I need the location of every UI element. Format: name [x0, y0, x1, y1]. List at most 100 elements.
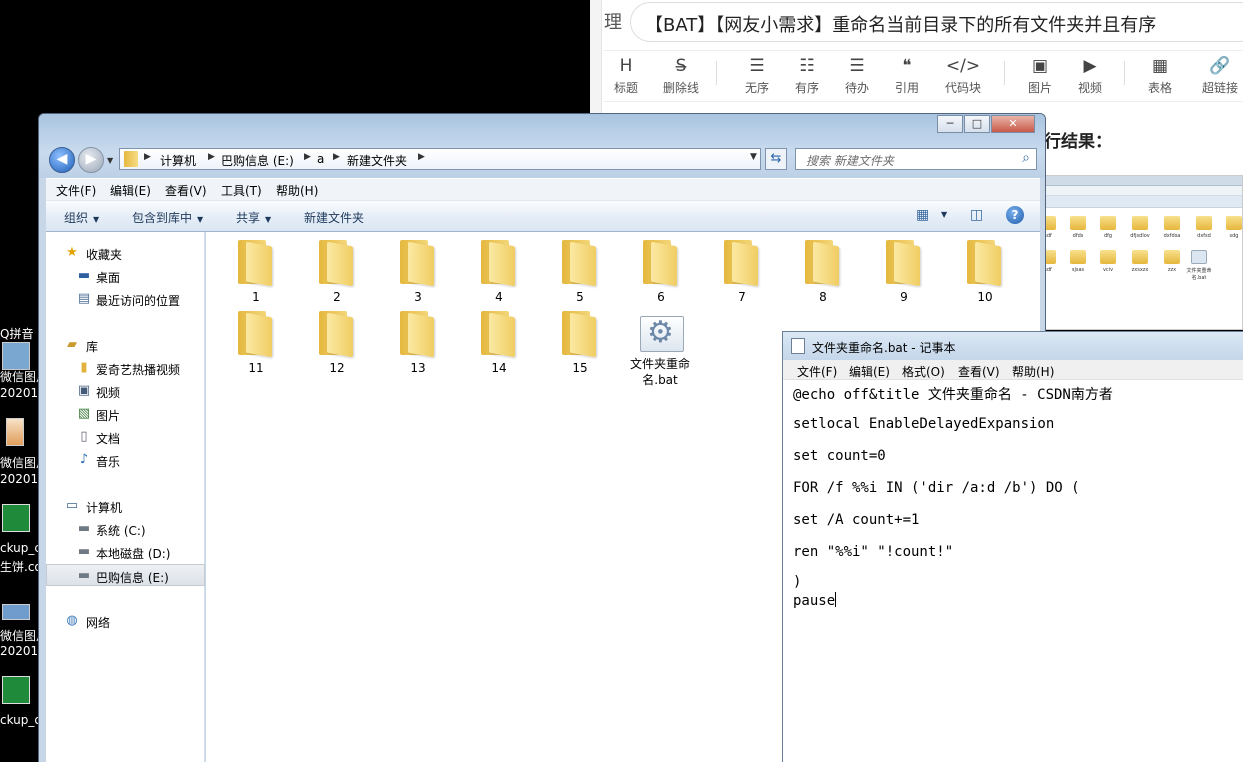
notepad-menu-file[interactable]: 文件(F) — [797, 363, 837, 380]
unordered-list-button[interactable]: ☰ 无序 — [735, 55, 779, 96]
address-dropdown-icon[interactable]: ▼ — [750, 152, 757, 162]
article-title: 【BAT】【网友小需求】重命名当前目录下的所有文件夹并且有序 — [645, 15, 1157, 36]
menu-edit[interactable]: 编辑(E) — [110, 182, 151, 199]
menu-help[interactable]: 帮助(H) — [276, 182, 318, 199]
folder-item[interactable]: 11 — [224, 307, 288, 379]
recent-pages-icon[interactable]: ▼ — [107, 156, 113, 165]
share-button[interactable]: 共享 ▼ — [236, 209, 271, 226]
breadcrumb-new-folder[interactable]: 新建文件夹 — [347, 152, 407, 169]
nav-recent[interactable]: ▤ 最近访问的位置 — [46, 288, 205, 310]
close-button[interactable]: ✕ — [991, 115, 1035, 133]
folder-label: 9 — [900, 290, 908, 304]
folder-item[interactable]: 5 — [548, 236, 612, 308]
image-file-icon[interactable] — [6, 418, 24, 446]
toolbar-divider — [1004, 61, 1005, 85]
table-button[interactable]: ▦ 表格 — [1138, 55, 1182, 96]
ordered-list-icon: ☷ — [799, 56, 815, 76]
image-file-icon[interactable] — [2, 342, 30, 370]
organize-button[interactable]: 组织 ▼ — [64, 209, 99, 226]
address-bar[interactable]: ▶ 计算机 ▶ 巴购信息 (E:) ▶ a ▶ 新建文件夹 ▶ ▼ — [119, 148, 761, 170]
breadcrumb-separator-icon[interactable]: ▶ — [144, 152, 151, 162]
thumbnail-folder-icon — [1132, 216, 1148, 230]
heading-button[interactable]: H 标题 — [604, 55, 648, 96]
folder-item[interactable]: 13 — [386, 307, 450, 379]
thumbnail-folder-icon — [1226, 216, 1242, 230]
folder-icon — [238, 240, 274, 287]
notepad-menu-view[interactable]: 查看(V) — [958, 363, 1000, 380]
notepad-menu-format[interactable]: 格式(O) — [902, 363, 945, 380]
nav-label: 系统 (C:) — [96, 524, 146, 538]
nav-network[interactable]: ◍ 网络 — [46, 610, 205, 632]
search-icon[interactable]: ⌕ — [1022, 150, 1030, 166]
bat-file-item[interactable]: ⚙ 文件夹重命名.bat — [620, 314, 700, 404]
breadcrumb-separator-icon[interactable]: ▶ — [418, 152, 425, 162]
back-button[interactable]: ◀ — [49, 147, 75, 173]
search-input[interactable]: 搜索 新建文件夹 ⌕ — [795, 148, 1037, 170]
code-line: FOR /f %%i IN ('dir /a:d /b') DO ( — [793, 480, 1080, 496]
text-caret — [835, 592, 837, 607]
strikethrough-icon: S̶ — [675, 56, 687, 76]
notepad-menu-edit[interactable]: 编辑(E) — [849, 363, 890, 380]
nav-label: 爱奇艺热播视频 — [96, 363, 181, 377]
folder-item[interactable]: 10 — [953, 236, 1017, 308]
nav-libraries[interactable]: ▰ 库 — [46, 334, 205, 356]
nav-drive-c[interactable]: ▬ 系统 (C:) — [46, 518, 205, 540]
maximize-button[interactable]: □ — [964, 115, 990, 133]
breadcrumb-computer[interactable]: 计算机 — [160, 152, 196, 169]
folder-item[interactable]: 7 — [710, 236, 774, 308]
strikethrough-button[interactable]: S̶ 删除线 — [659, 55, 703, 96]
view-options-dropdown-icon[interactable]: ▼ — [941, 210, 947, 219]
article-title-input[interactable]: 【BAT】【网友小需求】重命名当前目录下的所有文件夹并且有序 — [630, 2, 1243, 42]
mockup-file-icon[interactable] — [2, 676, 30, 704]
refresh-button[interactable]: ⇆ — [765, 148, 787, 170]
minimize-button[interactable]: ─ — [937, 115, 963, 133]
folder-item[interactable]: 4 — [467, 236, 531, 308]
folder-item[interactable]: 1 — [224, 236, 288, 308]
quote-button[interactable]: ❝ 引用 — [885, 55, 929, 96]
forward-button[interactable]: ▶ — [78, 147, 104, 173]
nav-documents[interactable]: ▯ 文档 — [46, 426, 205, 448]
new-folder-button[interactable]: 新建文件夹 — [304, 209, 364, 226]
breadcrumb-a[interactable]: a — [317, 152, 324, 166]
folder-item[interactable]: 8 — [791, 236, 855, 308]
folder-item[interactable]: 3 — [386, 236, 450, 308]
code-block-button[interactable]: </> 代码块 — [941, 55, 985, 96]
mockup-file-icon[interactable] — [2, 504, 30, 532]
nav-videos[interactable]: ▣ 视频 — [46, 380, 205, 402]
view-options-icon[interactable]: ▦ — [916, 207, 929, 223]
menu-file[interactable]: 文件(F) — [56, 182, 96, 199]
image-button[interactable]: ▣ 图片 — [1018, 55, 1062, 96]
nav-desktop[interactable]: ▬ 桌面 — [46, 265, 205, 287]
include-in-library-button[interactable]: 包含到库中 ▼ — [132, 209, 203, 226]
folder-item[interactable]: 6 — [629, 236, 693, 308]
folder-item[interactable]: 15 — [548, 307, 612, 379]
folder-item[interactable]: 2 — [305, 236, 369, 308]
folder-item[interactable]: 12 — [305, 307, 369, 379]
help-icon[interactable]: ? — [1006, 206, 1024, 224]
ordered-list-button[interactable]: ☷ 有序 — [785, 55, 829, 96]
nav-music[interactable]: ♪ 音乐 — [46, 449, 205, 471]
breadcrumb-separator-icon[interactable]: ▶ — [304, 152, 311, 162]
nav-drive-e[interactable]: ▬ 巴购信息 (E:) — [46, 564, 205, 586]
nav-computer[interactable]: ▭ 计算机 — [46, 495, 205, 517]
folder-icon — [967, 240, 1003, 287]
nav-drive-d[interactable]: ▬ 本地磁盘 (D:) — [46, 541, 205, 563]
breadcrumb-drive-e[interactable]: 巴购信息 (E:) — [221, 152, 294, 169]
preview-pane-icon[interactable]: ◫ — [970, 207, 983, 223]
folder-item[interactable]: 9 — [872, 236, 936, 308]
folder-item[interactable]: 14 — [467, 307, 531, 379]
desktop-icon: ▬ — [77, 268, 91, 283]
todo-list-button[interactable]: ☰ 待办 — [835, 55, 879, 96]
nav-favorites[interactable]: ★ 收藏夹 — [46, 242, 205, 264]
notepad-menu-help[interactable]: 帮助(H) — [1012, 363, 1054, 380]
image-file-icon[interactable] — [2, 604, 30, 620]
menu-view[interactable]: 查看(V) — [165, 182, 207, 199]
breadcrumb-separator-icon[interactable]: ▶ — [208, 152, 215, 162]
nav-pictures[interactable]: ▧ 图片 — [46, 403, 205, 425]
link-button[interactable]: 🔗 超链接 — [1198, 55, 1242, 96]
notepad-text-area[interactable]: @echo off&title 文件夹重命名 - CSDN南方者 setloca… — [783, 380, 1243, 762]
menu-tools[interactable]: 工具(T) — [221, 182, 262, 199]
breadcrumb-separator-icon[interactable]: ▶ — [333, 152, 340, 162]
video-button[interactable]: ▶ 视频 — [1068, 55, 1112, 96]
nav-iqiyi[interactable]: ▮ 爱奇艺热播视频 — [46, 357, 205, 379]
